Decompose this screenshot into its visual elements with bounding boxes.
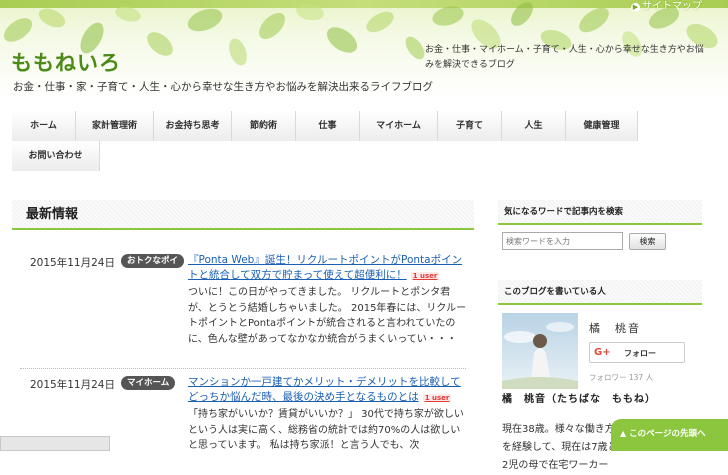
author-photo	[502, 313, 578, 389]
post-title-link[interactable]: 『Ponta Web』誕生！リクルートポイントがPontaポイントと統合して双方…	[188, 253, 468, 284]
back-to-top-label: このページの先頭へ	[629, 429, 706, 439]
post-title-link[interactable]: マンションか一戸建てかメリット・デメリットを比較してどっちか悩んだ時、最後の決め…	[188, 375, 468, 406]
nav-item-childcare[interactable]: 子育て	[438, 111, 502, 141]
nav-item-life[interactable]: 人生	[502, 111, 566, 141]
nav-item-saving[interactable]: 節約術	[232, 111, 296, 141]
search-widget-heading: 気になるワードで記事内を検索	[498, 200, 702, 225]
hatena-user-badge[interactable]: 1 user	[422, 394, 452, 402]
site-logo[interactable]: ももねいろ	[11, 47, 121, 77]
nav-row-1: ホーム 家計管理術 お金持ち思考 節約術 仕事 マイホーム 子育て 人生 健康管…	[12, 111, 638, 141]
post-item: 2015年11月24日 おトクなポイ 『Ponta Web』誕生！リクルートポイ…	[12, 253, 474, 365]
back-to-top-button[interactable]: ▲ このページの先頭へ	[611, 419, 728, 451]
global-nav: ホーム 家計管理術 お金持ち思考 節約術 仕事 マイホーム 子育て 人生 健康管…	[0, 108, 728, 171]
triangle-up-icon: ▲	[620, 429, 627, 438]
author-bio: 現在38歳。様々な働き方を経験して、現在は7歳と2児の母で在宅ワーカー	[502, 424, 618, 471]
follower-count: フォロワー 137 人	[589, 373, 654, 382]
nav-item-health[interactable]: 健康管理	[566, 111, 638, 141]
category-badge[interactable]: おトクなポイ	[121, 254, 185, 268]
post-excerpt: ついに！この日がやってきました。 リクルートとポンタ君が、とうとう結婚しちゃいま…	[188, 287, 467, 345]
author-widget-heading: このブログを書いている人	[498, 280, 702, 305]
post-date: 2015年11月24日	[30, 379, 115, 391]
search-button[interactable]: 検索	[629, 233, 666, 250]
nav-item-household[interactable]: 家計管理術	[76, 111, 154, 141]
google-plus-icon: G+	[594, 347, 611, 358]
site-header: ▶ サイトマップ ももねいろ お金・仕事・家・子育て・人生・心から幸せな生き方やお…	[0, 0, 728, 98]
category-badge[interactable]: マイホーム	[121, 376, 176, 390]
gplus-follow-button[interactable]: G+ フォロー	[589, 342, 685, 363]
nav-item-home[interactable]: ホーム	[12, 111, 76, 141]
sitemap-label: サイトマップ	[642, 1, 702, 12]
hatena-user-badge[interactable]: 1 user	[410, 272, 440, 280]
follow-label: フォロー	[624, 349, 656, 358]
site-description: お金・仕事・マイホーム・子育て・人生・心から幸せな生き方やお悩みを解決できるブロ…	[425, 45, 704, 70]
post-excerpt: 「持ち家がいいか？賃貸がいいか？」 30代で持ち家が欲しいという人は実に高く、総…	[188, 409, 464, 451]
post-date: 2015年11月24日	[30, 257, 115, 269]
latest-section-header: 最新情報	[12, 200, 474, 230]
nav-item-myhome[interactable]: マイホーム	[360, 111, 438, 141]
post-divider	[20, 368, 466, 369]
nav-item-contact[interactable]: お問い合わせ	[12, 141, 100, 171]
author-name: 橘 桃音	[589, 322, 641, 335]
nav-row-2: お問い合わせ	[12, 141, 100, 171]
post-title-text: マンションか一戸建てかメリット・デメリットを比較してどっちか悩んだ時、最後の決め…	[188, 376, 461, 403]
author-fullname: 橘 桃音（たちばな ももね）	[502, 394, 656, 405]
section-title: 最新情報	[26, 207, 79, 222]
search-input[interactable]	[502, 232, 623, 250]
nav-item-work[interactable]: 仕事	[296, 111, 360, 141]
sitemap-link[interactable]: ▶ サイトマップ	[631, 0, 702, 12]
site-tagline: お金・仕事・家・子育て・人生・心から幸せな生き方やお悩みを解決出来るライフブログ	[13, 81, 433, 93]
horizontal-scrollbar[interactable]	[0, 436, 110, 451]
author-card: 橘 桃音 G+ フォロー フォロワー 137 人	[502, 313, 702, 389]
chevron-right-icon: ▶	[631, 3, 640, 12]
nav-item-rich-mindset[interactable]: お金持ち思考	[154, 111, 232, 141]
